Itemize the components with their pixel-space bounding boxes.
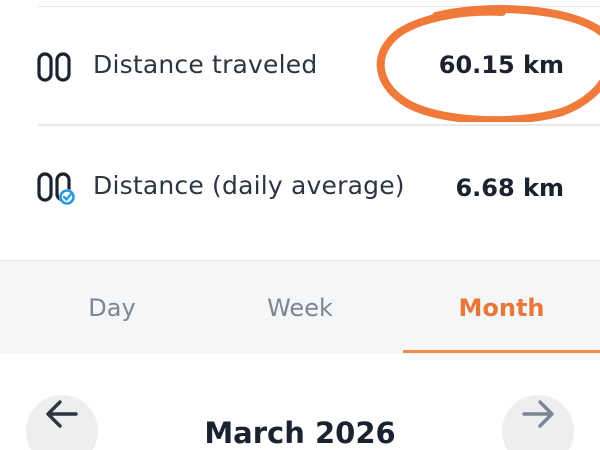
- arrow-left-icon: [46, 400, 78, 428]
- footprints-icon: [37, 52, 71, 82]
- tab-week[interactable]: Week: [210, 261, 390, 355]
- stat-label: Distance (daily average): [93, 171, 405, 200]
- tab-day[interactable]: Day: [22, 261, 202, 355]
- period-tab-bar: Day Week Month: [0, 260, 600, 355]
- stat-row-distance-traveled: Distance traveled 60.15 km: [0, 4, 600, 124]
- footprints-average-icon: [37, 172, 75, 205]
- active-tab-indicator: [403, 350, 600, 353]
- stat-value: 60.15 km: [438, 51, 564, 79]
- activity-stats-screen: Distance traveled 60.15 km Distance (dai…: [0, 0, 600, 450]
- arrow-right-icon: [522, 400, 554, 428]
- current-period-label: March 2026: [204, 416, 396, 450]
- tab-month[interactable]: Month: [403, 261, 600, 355]
- divider: [38, 124, 600, 126]
- stat-label: Distance traveled: [93, 50, 318, 79]
- stat-value: 6.68 km: [455, 174, 564, 202]
- stat-row-distance-daily-average: Distance (daily average) 6.68 km: [0, 128, 600, 248]
